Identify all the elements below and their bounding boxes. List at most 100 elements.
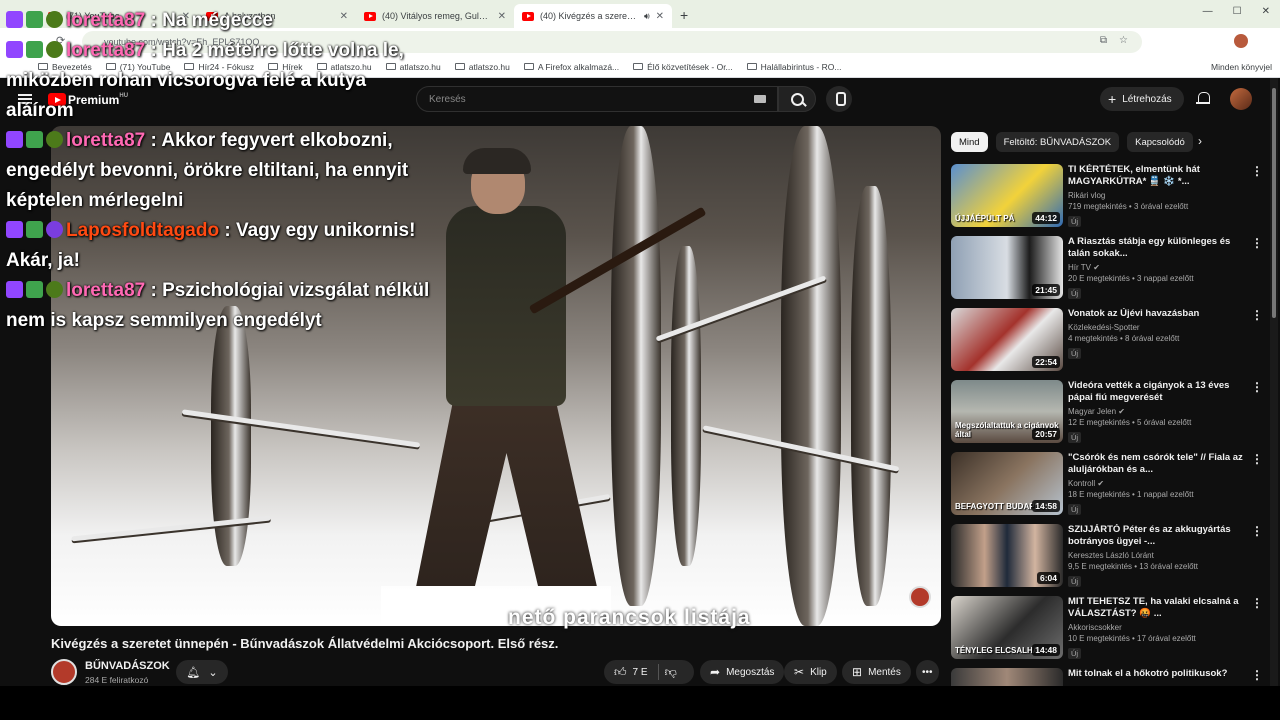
channel-name: Kontroll ✔ xyxy=(1068,479,1248,488)
chat-badges xyxy=(6,11,63,28)
more-vert-icon[interactable]: ⋮ xyxy=(1251,236,1263,250)
create-button[interactable]: + Létrehozás xyxy=(1100,87,1184,111)
video-title: "Csórók és nem csórók tele" // Fiala az … xyxy=(1068,452,1243,475)
filter-chip[interactable]: Mind xyxy=(951,132,988,152)
video-duration: 20:57 xyxy=(1032,428,1060,440)
bell-icon: 🔔︎ xyxy=(186,666,201,679)
bookmark-icon xyxy=(454,63,465,70)
install-app-icon[interactable]: ⧉ xyxy=(1100,35,1107,46)
browser-profile-avatar[interactable] xyxy=(1234,34,1248,48)
video-info: Videóra vették a cigányok a 13 éves pápa… xyxy=(1068,380,1248,445)
close-window-icon[interactable]: ✕ xyxy=(1262,6,1270,17)
bookmark-item[interactable]: Halállabirintus - RO... xyxy=(746,62,841,72)
account-avatar[interactable] xyxy=(1230,88,1252,110)
clip-button[interactable]: ✂ Klip xyxy=(784,660,837,684)
chat-username: loretta87 xyxy=(66,10,146,31)
more-vert-icon[interactable]: ⋮ xyxy=(1251,308,1263,322)
video-duration: 22:54 xyxy=(1032,356,1060,368)
more-actions-button[interactable]: ••• xyxy=(916,660,939,684)
keyboard-icon[interactable] xyxy=(754,95,766,103)
channel-name-text: Kontroll xyxy=(1068,479,1096,488)
share-button[interactable]: ➦ Megosztás xyxy=(700,660,785,684)
channel-name[interactable]: BŰNVADÁSZOK xyxy=(85,660,170,672)
video-frame-hunter-body xyxy=(446,206,566,406)
bookmark-icon xyxy=(523,63,534,70)
chat-message: loretta87 : Ha 2 méterre lőtte volna le,… xyxy=(6,40,404,121)
recommended-video[interactable]: ÚJJÁÉPÜLT PÁ 44:12 TI KÉRTÉTEK, elmentünk … xyxy=(951,164,1263,230)
video-title: TI KÉRTÉTEK, elmentünk hát MAGYARKÚTRA* … xyxy=(1068,164,1200,187)
filter-chip[interactable]: Feltöltő: BŰNVADÁSZOK xyxy=(995,132,1120,152)
video-thumbnail[interactable]: Megszólaltattuk a cigányok által 20:57 xyxy=(951,380,1063,443)
speaker-icon[interactable]: 🔊︎ xyxy=(644,11,650,22)
video-title: Kivégzés a szeretet ünnepén - Bűnvadászo… xyxy=(51,636,559,651)
thumbs-down-icon[interactable]: 👎︎ xyxy=(665,665,677,680)
more-vert-icon[interactable]: ⋮ xyxy=(1251,524,1263,538)
video-thumbnail[interactable]: BEFAGYOTT BUDAPEST 14:58 xyxy=(951,452,1063,515)
video-info: Vonatok az Újévi havazásban Közlekedési-S… xyxy=(1068,308,1248,361)
video-title: MIT TEHETSZ TE, ha valaki elcsalná a VÁL… xyxy=(1068,596,1239,619)
bookmark-item[interactable]: Élő közvetítések - Or... xyxy=(633,62,733,72)
recommended-video[interactable]: 21:45 A Riasztás stábja egy különleges és… xyxy=(951,236,1263,302)
video-thumbnail[interactable]: 21:45 xyxy=(951,236,1063,299)
subscribed-notification-button[interactable]: 🔔︎ ⌄ xyxy=(176,660,228,684)
bookmark-item[interactable]: atlatszo.hu xyxy=(454,61,510,72)
close-tab-icon[interactable]: ✕ xyxy=(498,11,506,22)
video-info: A Riasztás stábja egy különleges és talá… xyxy=(1068,236,1248,301)
recommended-video[interactable]: 6:04 SZIJJÁRTÓ Péter és az akkugyártás bo… xyxy=(951,524,1263,590)
browser-tab[interactable]: (40) Kivégzés a szeretet ünn 🔊︎ ✕ xyxy=(514,4,672,28)
video-meta: 18 E megtekintés • 1 nappal ezelőtt xyxy=(1068,490,1194,499)
video-thumbnail[interactable]: 6:04 xyxy=(951,524,1063,587)
maximize-icon[interactable]: ☐ xyxy=(1233,6,1242,17)
video-thumbnail[interactable]: 22:54 xyxy=(951,308,1063,371)
create-label: Létrehozás xyxy=(1122,93,1172,105)
voice-search-button[interactable] xyxy=(826,86,852,112)
more-vert-icon[interactable]: ⋮ xyxy=(1251,380,1263,394)
more-vert-icon[interactable]: ⋮ xyxy=(1251,452,1263,466)
like-button[interactable]: 👍︎ 7 E 👎︎ xyxy=(604,660,694,684)
close-tab-icon[interactable]: ✕ xyxy=(656,11,664,22)
video-thumbnail[interactable]: ÚJJÁÉPÜLT PÁ 44:12 xyxy=(951,164,1063,227)
minimize-icon[interactable]: — xyxy=(1203,6,1213,17)
caption-band xyxy=(0,686,1280,720)
video-info: "Csórók és nem csórók tele" // Fiala az … xyxy=(1068,452,1248,517)
chat-message: loretta87 : Pszichológiai vizsgálat nélk… xyxy=(6,280,430,331)
filter-chip[interactable]: Kapcsolódó xyxy=(1127,132,1193,152)
channel-name-text: Rikári vlog xyxy=(1068,191,1106,200)
channel-name-text: Közlekedési-Spotter xyxy=(1068,323,1140,332)
channel-watermark-icon[interactable] xyxy=(909,586,931,608)
video-frame-hunter-hat xyxy=(463,148,531,174)
channel-avatar[interactable] xyxy=(51,659,77,685)
channel-name: Rikári vlog xyxy=(1068,191,1248,200)
more-vert-icon[interactable]: ⋮ xyxy=(1251,164,1263,178)
screen: (71) YouTube ✕ A helyzetben ✕ (40) Vitályos … xyxy=(0,0,1280,720)
video-frame-tree xyxy=(211,306,251,566)
all-bookmarks-button[interactable]: Minden könyvjel xyxy=(1211,62,1272,72)
video-thumbnail[interactable]: TÉNYLEG ELCSALHA 14:48 xyxy=(951,596,1063,659)
recommended-video[interactable]: 22:54 Vonatok az Újévi havazásban Közleked… xyxy=(951,308,1263,374)
channel-name: Hír TV ✔ xyxy=(1068,263,1248,272)
new-tab-button[interactable]: + xyxy=(680,7,688,23)
bookmark-label: A Firefox alkalmazá... xyxy=(537,61,620,72)
new-badge: Új xyxy=(1068,432,1082,443)
check-badge-icon xyxy=(26,281,43,298)
bookmark-star-icon[interactable]: ☆ xyxy=(1119,35,1128,46)
share-icon: ➦ xyxy=(710,665,721,679)
page-scrollbar[interactable] xyxy=(1270,78,1278,720)
save-button[interactable]: ⊞ Mentés xyxy=(842,660,911,684)
twitch-badge-icon xyxy=(6,281,23,298)
more-vert-icon[interactable]: ⋮ xyxy=(1251,596,1263,610)
video-meta: 9,5 E megtekintés • 13 órával ezelőtt xyxy=(1068,562,1198,571)
recommended-video[interactable]: TÉNYLEG ELCSALHA 14:48 MIT TEHETSZ TE, ha … xyxy=(951,596,1263,662)
filter-chips: Mind Feltöltő: BŰNVADÁSZOK Kapcsolódó xyxy=(951,132,1193,152)
thumbnail-text: ÚJJÁÉPÜLT PÁ xyxy=(955,214,1015,223)
bookmark-item[interactable]: A Firefox alkalmazá... xyxy=(523,61,620,72)
search-input[interactable]: Keresés xyxy=(416,86,778,112)
bookmark-label: atlatszo.hu xyxy=(468,61,510,72)
recommended-video[interactable]: Megszólaltattuk a cigányok által 20:57 Vid… xyxy=(951,380,1263,446)
search-button[interactable] xyxy=(778,86,816,112)
more-vert-icon[interactable]: ⋮ xyxy=(1251,668,1263,682)
chat-message: Laposfoldtagado : Vagy egy unikornis! Ak… xyxy=(6,220,416,271)
chips-next-icon[interactable]: › xyxy=(1198,134,1202,148)
recommended-video[interactable]: BEFAGYOTT BUDAPEST 14:58 "Csórók és nem cs… xyxy=(951,452,1263,518)
notifications-bell-icon[interactable] xyxy=(1196,92,1210,106)
